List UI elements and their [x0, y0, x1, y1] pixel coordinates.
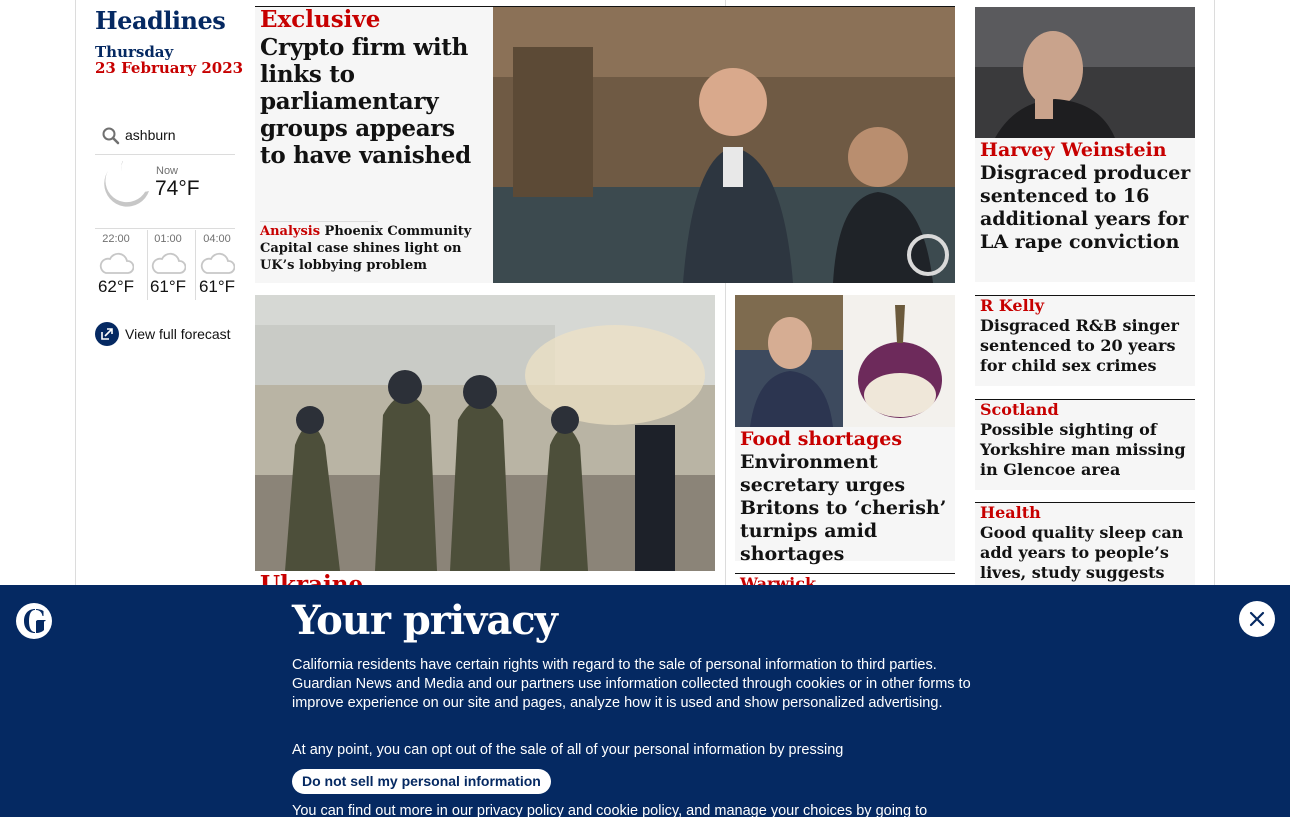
do-not-sell-button[interactable]: Do not sell my personal information	[292, 769, 551, 794]
cookie-policy-link[interactable]: cookie policy	[596, 803, 678, 817]
view-full-forecast-link[interactable]: View full forecast	[95, 322, 231, 346]
privacy-title: Your privacy	[292, 597, 558, 644]
privacy-body: California residents have certain rights…	[292, 657, 971, 711]
location-input[interactable]	[125, 124, 237, 146]
weather-now-label: Now	[156, 165, 179, 177]
external-link-icon	[95, 322, 119, 346]
privacy-and: and	[563, 803, 597, 817]
privacy-more-suffix: , and manage your choices by going to	[678, 803, 928, 817]
story-kicker: Harvey Weinstein	[980, 139, 1167, 161]
story-headline[interactable]: Good quality sleep can add years to peop…	[980, 523, 1192, 583]
divider	[95, 154, 235, 155]
story-kicker: Scotland	[980, 400, 1059, 419]
story-headline[interactable]: Disgraced producer sentenced to 16 addit…	[980, 162, 1192, 254]
lead-sublink[interactable]: Analysis Phoenix Community Capital case …	[260, 223, 488, 274]
close-icon	[1249, 611, 1265, 627]
cloud-icon	[151, 252, 186, 274]
forecast-temp: 61°F	[198, 277, 236, 296]
moon-icon	[104, 159, 149, 207]
story-headline[interactable]: Possible sighting of Yorkshire man missi…	[980, 420, 1192, 480]
search-icon	[102, 127, 120, 145]
guardian-logo-icon	[16, 603, 52, 639]
cloud-icon	[200, 252, 235, 274]
story-kicker: Food shortages	[740, 428, 903, 450]
privacy-more-prefix: You can find out more in our	[292, 803, 477, 817]
divider	[95, 228, 235, 229]
story-headline[interactable]: Disgraced R&B singer sentenced to 20 yea…	[980, 316, 1192, 376]
privacy-policy-link[interactable]: privacy policy	[477, 803, 564, 817]
divider	[260, 221, 378, 222]
forecast-time: 22:00	[102, 233, 130, 245]
ukraine-story-image[interactable]	[255, 295, 715, 571]
close-privacy-button[interactable]	[1239, 601, 1275, 637]
weinstein-image[interactable]	[975, 7, 1195, 138]
weather-now-temp: 74°F	[155, 177, 200, 200]
privacy-more-text: You can find out more in our privacy pol…	[292, 803, 927, 817]
lead-kicker: Exclusive	[260, 6, 381, 33]
sublink-kicker: Analysis	[260, 224, 321, 239]
story-kicker: Health	[980, 503, 1041, 522]
forecast-item: 04:00 61°F	[193, 230, 241, 302]
forecast-time: 01:00	[154, 233, 182, 245]
weather-location-search	[101, 124, 241, 148]
privacy-optout-text: At any point, you can opt out of the sal…	[292, 742, 844, 758]
cloud-icon	[99, 252, 134, 274]
forecast-time: 04:00	[203, 233, 231, 245]
story-headline[interactable]: Environment secretary urges Britons to ‘…	[740, 451, 952, 566]
section-title: Headlines	[95, 6, 226, 35]
lead-story-image[interactable]	[493, 7, 955, 283]
date-full: 23 February 2023	[95, 59, 244, 77]
forecast-temp: 62°F	[97, 277, 135, 296]
forecast-temp: 61°F	[149, 277, 187, 296]
food-story-image[interactable]	[735, 295, 955, 427]
forecast-item: 22:00 62°F	[92, 230, 140, 302]
story-kicker: R Kelly	[980, 296, 1045, 315]
lead-headline[interactable]: Crypto firm with links to parliamentary …	[260, 34, 485, 169]
privacy-banner: Your privacy California residents have c…	[0, 585, 1290, 817]
forecast-link-label: View full forecast	[125, 326, 231, 342]
forecast-item: 01:00 61°F	[144, 230, 192, 302]
